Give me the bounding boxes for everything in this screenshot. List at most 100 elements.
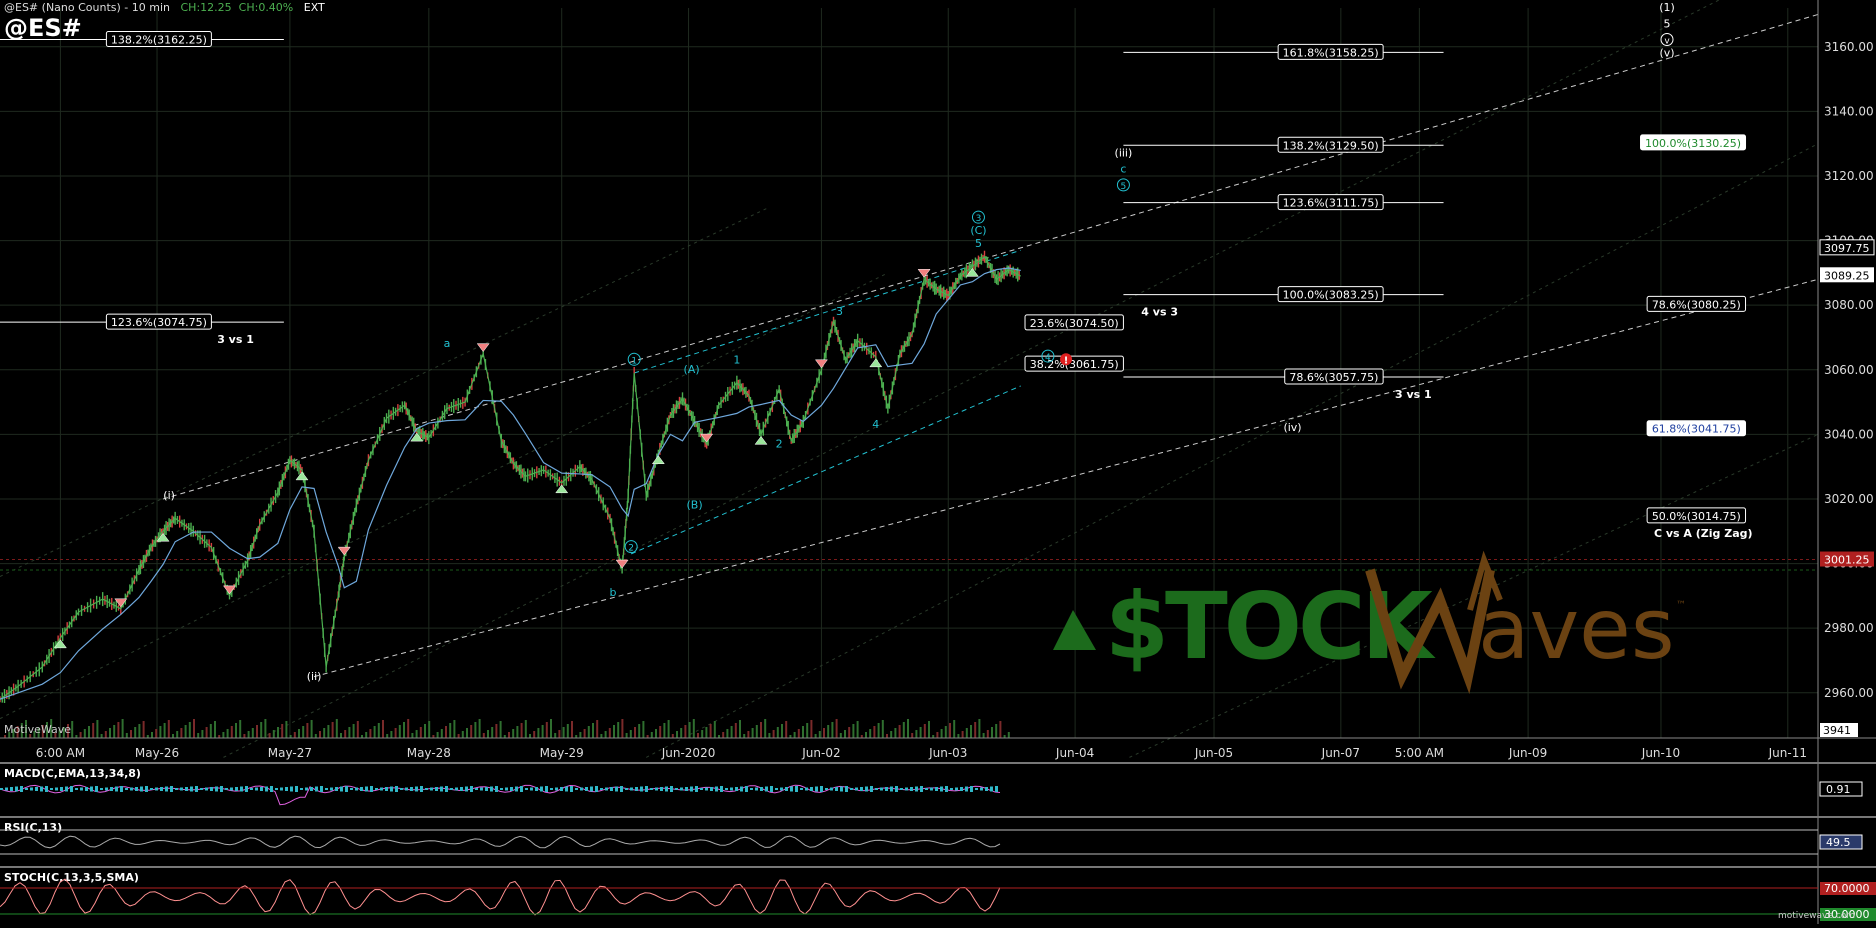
macd-histogram-bar xyxy=(290,786,293,792)
volume-bar xyxy=(453,720,456,738)
volume-bar xyxy=(919,727,922,738)
volume-bar xyxy=(209,724,212,738)
volume-bar xyxy=(827,725,830,738)
volume-bar xyxy=(739,720,741,738)
volume-bar xyxy=(890,731,893,738)
macd-histogram-bar xyxy=(255,787,258,791)
volume-bar xyxy=(558,730,561,738)
volume-bar xyxy=(671,734,674,738)
volume-bar xyxy=(482,733,485,738)
volume-bar xyxy=(541,725,544,738)
volume-bar xyxy=(814,734,817,738)
volume-bar xyxy=(659,726,662,738)
big-symbol: @ES# xyxy=(4,14,82,42)
volume-bar xyxy=(776,727,779,738)
macd-histogram-bar xyxy=(320,786,323,792)
macd-histogram-bar xyxy=(565,786,568,792)
volume-bar xyxy=(781,724,783,738)
wave-label: 5 xyxy=(975,237,982,250)
macd-histogram-bar xyxy=(670,786,673,792)
volume-bar xyxy=(667,720,670,738)
macd-histogram-bar xyxy=(105,787,108,791)
svg-text:aves: aves xyxy=(1478,580,1675,678)
macd-histogram-bar xyxy=(10,787,13,791)
volume-bar xyxy=(974,722,977,738)
volume-bar xyxy=(550,719,552,738)
macd-histogram-bar xyxy=(820,786,823,792)
x-tick-label: May-26 xyxy=(135,746,179,760)
wave-label: (B) xyxy=(687,499,703,512)
wave-label: b xyxy=(610,586,617,599)
y-tick-label: 3160.00 xyxy=(1824,40,1874,54)
volume-bar xyxy=(365,732,368,738)
volume-bar xyxy=(499,721,502,738)
macd-histogram-bar xyxy=(915,786,918,792)
macd-histogram-bar xyxy=(615,786,618,792)
macd-histogram-bar xyxy=(930,787,933,791)
macd-histogram-bar xyxy=(785,787,788,791)
volume-bar xyxy=(104,731,107,738)
volume-bar xyxy=(281,724,284,738)
volume-bar xyxy=(277,727,279,738)
macd-histogram-bar xyxy=(655,787,658,791)
volume-bar xyxy=(902,722,905,738)
macd-histogram-bar xyxy=(860,787,863,791)
macd-histogram-bar xyxy=(590,786,593,792)
wave-label: (ii) xyxy=(307,670,322,683)
macd-histogram-bar xyxy=(575,788,578,790)
x-tick-label: Jun-09 xyxy=(1508,746,1547,760)
volume-bar xyxy=(873,726,876,738)
macd-histogram-bar xyxy=(810,787,813,791)
volume-bar xyxy=(121,719,124,738)
volume-bar xyxy=(957,734,960,738)
volume-bar xyxy=(142,721,145,738)
macd-histogram-bar xyxy=(935,787,938,791)
volume-value: 3941 xyxy=(1823,724,1851,737)
volume-bar xyxy=(638,724,641,738)
macd-histogram-bar xyxy=(885,787,888,791)
volume-bar xyxy=(877,723,880,738)
volume-bar xyxy=(113,725,116,738)
macd-histogram-bar xyxy=(730,787,733,791)
macd-histogram-bar xyxy=(160,787,163,791)
macd-histogram-bar xyxy=(740,786,743,792)
volume-bar xyxy=(344,730,347,738)
volume-bar xyxy=(995,724,998,738)
macd-histogram-bar xyxy=(295,786,298,792)
macd-histogram-bar xyxy=(55,787,58,791)
volume-bar xyxy=(965,728,968,738)
volume-bar xyxy=(403,722,405,738)
wave-label: v xyxy=(1664,37,1670,47)
macd-histogram-bar xyxy=(185,787,188,791)
wave-label: (i) xyxy=(163,489,175,502)
macd-histogram-bar xyxy=(965,786,968,792)
macd-histogram-bar xyxy=(280,787,283,791)
macd-histogram-bar xyxy=(710,787,713,791)
pane-divider xyxy=(0,866,1876,868)
volume-bar xyxy=(743,734,746,738)
volume-bar xyxy=(772,730,775,738)
volume-bar xyxy=(709,724,712,738)
fib-level-label: 138.2%(3162.25) xyxy=(111,33,207,46)
volume-bar xyxy=(562,727,565,738)
wave-label: (v) xyxy=(1659,46,1674,59)
volume-bar xyxy=(138,724,141,738)
macd-histogram-bar xyxy=(265,786,268,792)
volume-bar xyxy=(495,724,498,738)
volume-bar xyxy=(205,727,208,738)
wave-label: 5 xyxy=(1664,17,1671,30)
fib-level-label: 161.8%(3158.25) xyxy=(1283,46,1379,59)
macd-histogram-bar xyxy=(370,786,373,792)
y-tick-label: 3060.00 xyxy=(1824,363,1874,377)
macd-histogram-bar xyxy=(530,787,533,791)
volume-bar xyxy=(428,721,431,738)
macd-histogram-bar xyxy=(95,786,98,792)
volume-bar xyxy=(608,728,611,738)
y-tick-label: 3020.00 xyxy=(1824,492,1874,506)
volume-bar xyxy=(226,729,229,738)
volume-bar xyxy=(634,727,636,738)
macd-histogram-bar xyxy=(135,787,138,791)
volume-bar xyxy=(180,728,183,738)
macd-histogram-bar xyxy=(720,786,723,792)
volume-bar xyxy=(978,719,981,738)
